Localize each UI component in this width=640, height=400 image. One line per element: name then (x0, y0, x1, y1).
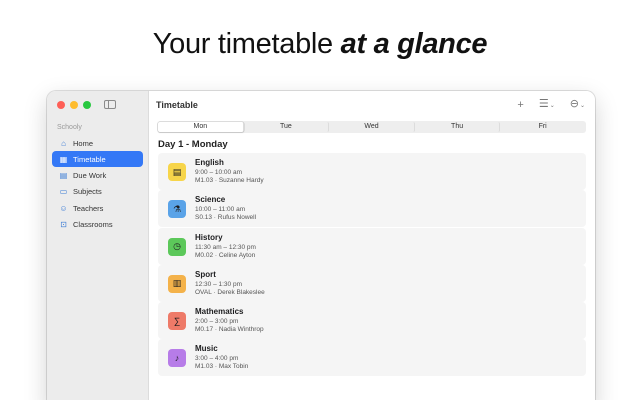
lesson-time: 9:00 – 10:00 am (195, 169, 242, 176)
lesson-subject: Mathematics (195, 307, 244, 317)
window-controls (57, 101, 91, 109)
sidebar-list: ⌂ Home ▦ Timetable ▤ Due Work ▭ Subjects ☺ Teache… (52, 135, 143, 233)
sidebar-item-due-work[interactable]: ▤ Due Work (52, 168, 143, 184)
clock-icon: ◷ (168, 237, 186, 256)
lesson-time: 10:00 – 11:00 am (195, 206, 246, 214)
lesson-row[interactable]: ◷ History 11:30 am – 12:30 pm M0.02 · Celin… (158, 227, 586, 265)
lesson-room-teacher: M0.02 · Celine Ayton (195, 251, 256, 259)
lesson-room-teacher: M1.03 · Max Tobin (195, 363, 249, 371)
lesson-row[interactable]: ♪ Music 3:00 – 4:00 pm M1.03 · Max Tobin (158, 339, 586, 377)
lesson-room-teacher: OVAL · Derek Blakeslee (195, 288, 265, 296)
person-icon: ☺ (59, 203, 68, 213)
lesson-row[interactable]: ▤ English 9:00 – 10:00 am M1.03 · Suzanne H… (158, 153, 586, 190)
sidebar-item-timetable[interactable]: ▦ Timetable (52, 151, 143, 168)
ellipsis-circle-icon[interactable]: ⊖⌄ (570, 98, 585, 112)
headline-emphasis: at a glance (340, 28, 488, 60)
sidebar-item-classrooms[interactable]: ⊡ Classrooms (52, 216, 143, 232)
chevron-down-icon: ⌄ (549, 103, 555, 109)
list-icon[interactable]: ☰⌄ (539, 98, 555, 112)
sidebar-item-label: Home (73, 138, 94, 148)
sidebar-item-label: Teachers (73, 203, 104, 213)
sidebar-item-label: Timetable (73, 154, 106, 164)
toolbar-actions: + ☰⌄ ⊖⌄ (517, 98, 585, 112)
lesson-time: 12:30 – 1:30 pm (195, 280, 242, 288)
segment-mon[interactable]: Mon (158, 122, 244, 132)
sidebar-item-label: Subjects (73, 187, 102, 197)
lesson-row[interactable]: ⚗ Science 10:00 – 11:00 am S0.13 · Rufus No… (158, 190, 586, 228)
lesson-row[interactable]: ∑ Mathematics 2:00 – 3:00 pm M0.17 · Nadia … (158, 302, 586, 340)
lesson-room-teacher: S0.13 · Rufus Nowell (195, 214, 257, 222)
sidebar-toggle-icon[interactable] (104, 100, 116, 109)
folder-icon: ▭ (59, 187, 68, 197)
lesson-subject: Sport (195, 269, 216, 279)
lesson-subject: Science (195, 195, 226, 205)
minimize-window-button[interactable] (70, 101, 78, 109)
sport-icon: ▥ (168, 274, 186, 293)
plus-icon[interactable]: + (517, 99, 523, 111)
zoom-window-button[interactable] (83, 101, 91, 109)
page-title: Timetable (156, 100, 198, 110)
headline-plain: Your timetable (152, 28, 341, 60)
main-content: Timetable + ☰⌄ ⊖⌄ Mon Tue Wed Thu Fri Day 1 … (150, 91, 595, 400)
segment-fri[interactable]: Fri (500, 122, 585, 132)
lesson-row[interactable]: ▥ Sport 12:30 – 1:30 pm OVAL · Derek Blakes… (158, 264, 586, 302)
math-icon: ∑ (168, 312, 186, 331)
lesson-time: 2:00 – 3:00 pm (195, 318, 239, 326)
sidebar-item-subjects[interactable]: ▭ Subjects (52, 184, 143, 200)
segment-thu[interactable]: Thu (415, 122, 501, 132)
segment-wed[interactable]: Wed (329, 122, 415, 132)
sidebar-item-label: Classrooms (73, 219, 113, 229)
toolbar: Timetable + ☰⌄ ⊖⌄ (150, 91, 595, 119)
sidebar-item-label: Due Work (73, 171, 107, 181)
lesson-room-teacher: M0.17 · Nadia Winthrop (195, 326, 264, 334)
lesson-time: 11:30 am – 12:30 pm (195, 243, 256, 251)
flask-icon: ⚗ (168, 200, 186, 219)
book-icon: ▤ (168, 163, 186, 181)
segment-tue[interactable]: Tue (244, 122, 330, 132)
sidebar-item-teachers[interactable]: ☺ Teachers (52, 200, 143, 216)
lesson-list: ▤ English 9:00 – 10:00 am M1.03 · Suzanne H… (158, 153, 586, 377)
sidebar: Schooly ⌂ Home ▦ Timetable ▤ Due Work ▭ Subject… (47, 91, 149, 400)
document-icon: ▤ (59, 171, 68, 181)
home-icon: ⌂ (61, 138, 66, 148)
lesson-room-teacher: M1.03 · Suzanne Hardy (195, 177, 264, 184)
lesson-subject: Music (195, 344, 218, 354)
lesson-time: 3:00 – 4:00 pm (195, 355, 239, 363)
close-window-button[interactable] (57, 101, 65, 109)
headline: Your timetable at a glance (0, 28, 640, 61)
chevron-down-icon: ⌄ (579, 103, 585, 109)
lesson-subject: English (195, 158, 224, 167)
day-segmented-control: Mon Tue Wed Thu Fri (157, 121, 586, 133)
day-heading: Day 1 - Monday (158, 139, 228, 150)
classroom-icon: ⊡ (60, 219, 67, 229)
sidebar-heading: Schooly (57, 124, 82, 131)
lesson-subject: History (195, 232, 223, 242)
calendar-icon: ▦ (59, 154, 68, 164)
app-window: Schooly ⌂ Home ▦ Timetable ▤ Due Work ▭ Subject… (47, 91, 595, 400)
music-icon: ♪ (168, 349, 186, 368)
sidebar-item-home[interactable]: ⌂ Home (52, 135, 143, 151)
